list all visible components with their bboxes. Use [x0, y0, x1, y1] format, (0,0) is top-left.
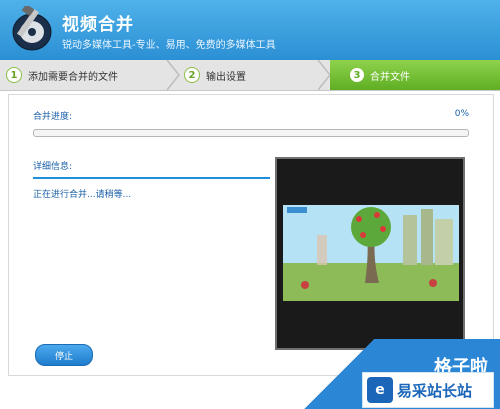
progress-label: 合并进度: [33, 112, 73, 122]
step-2-number: 2 [184, 67, 200, 83]
video-preview-frame [283, 205, 459, 301]
watermark-logo: e 易采站长站 [362, 372, 494, 408]
step-divider-arrow-icon [166, 60, 180, 90]
step-3-label: 合并文件 [370, 71, 410, 83]
progress-bar [33, 129, 469, 137]
watermark-e-icon: e [367, 377, 393, 403]
step-1-number: 1 [6, 67, 22, 83]
step-3-active: 3 合并文件 [330, 60, 500, 90]
stop-button[interactable]: 停止 [35, 344, 93, 366]
details-divider [33, 177, 270, 179]
app-title: 视频合并 [62, 15, 134, 35]
step-3-number: 3 [350, 68, 364, 82]
watermark-site-name: 易采站长站 [397, 381, 473, 400]
details-label: 详细信息: [33, 162, 73, 172]
details-status-text: 正在进行合并...请稍等... [33, 190, 132, 200]
video-preview [275, 157, 465, 350]
step-bar: 1 添加需要合并的文件 2 输出设置 3 合并文件 [0, 60, 500, 91]
step-2: 2 输出设置 [184, 60, 246, 90]
progress-percent: 0% [454, 109, 469, 119]
step-2-label: 输出设置 [206, 71, 246, 83]
app-subtitle: 锐动多媒体工具-专业、易用、免费的多媒体工具 [62, 40, 276, 51]
step-1-label: 添加需要合并的文件 [28, 71, 118, 83]
step-1: 1 添加需要合并的文件 [6, 60, 118, 90]
app-header: 视频合并 锐动多媒体工具-专业、易用、免费的多媒体工具 [0, 0, 500, 60]
video-app-logo-icon [12, 6, 52, 51]
